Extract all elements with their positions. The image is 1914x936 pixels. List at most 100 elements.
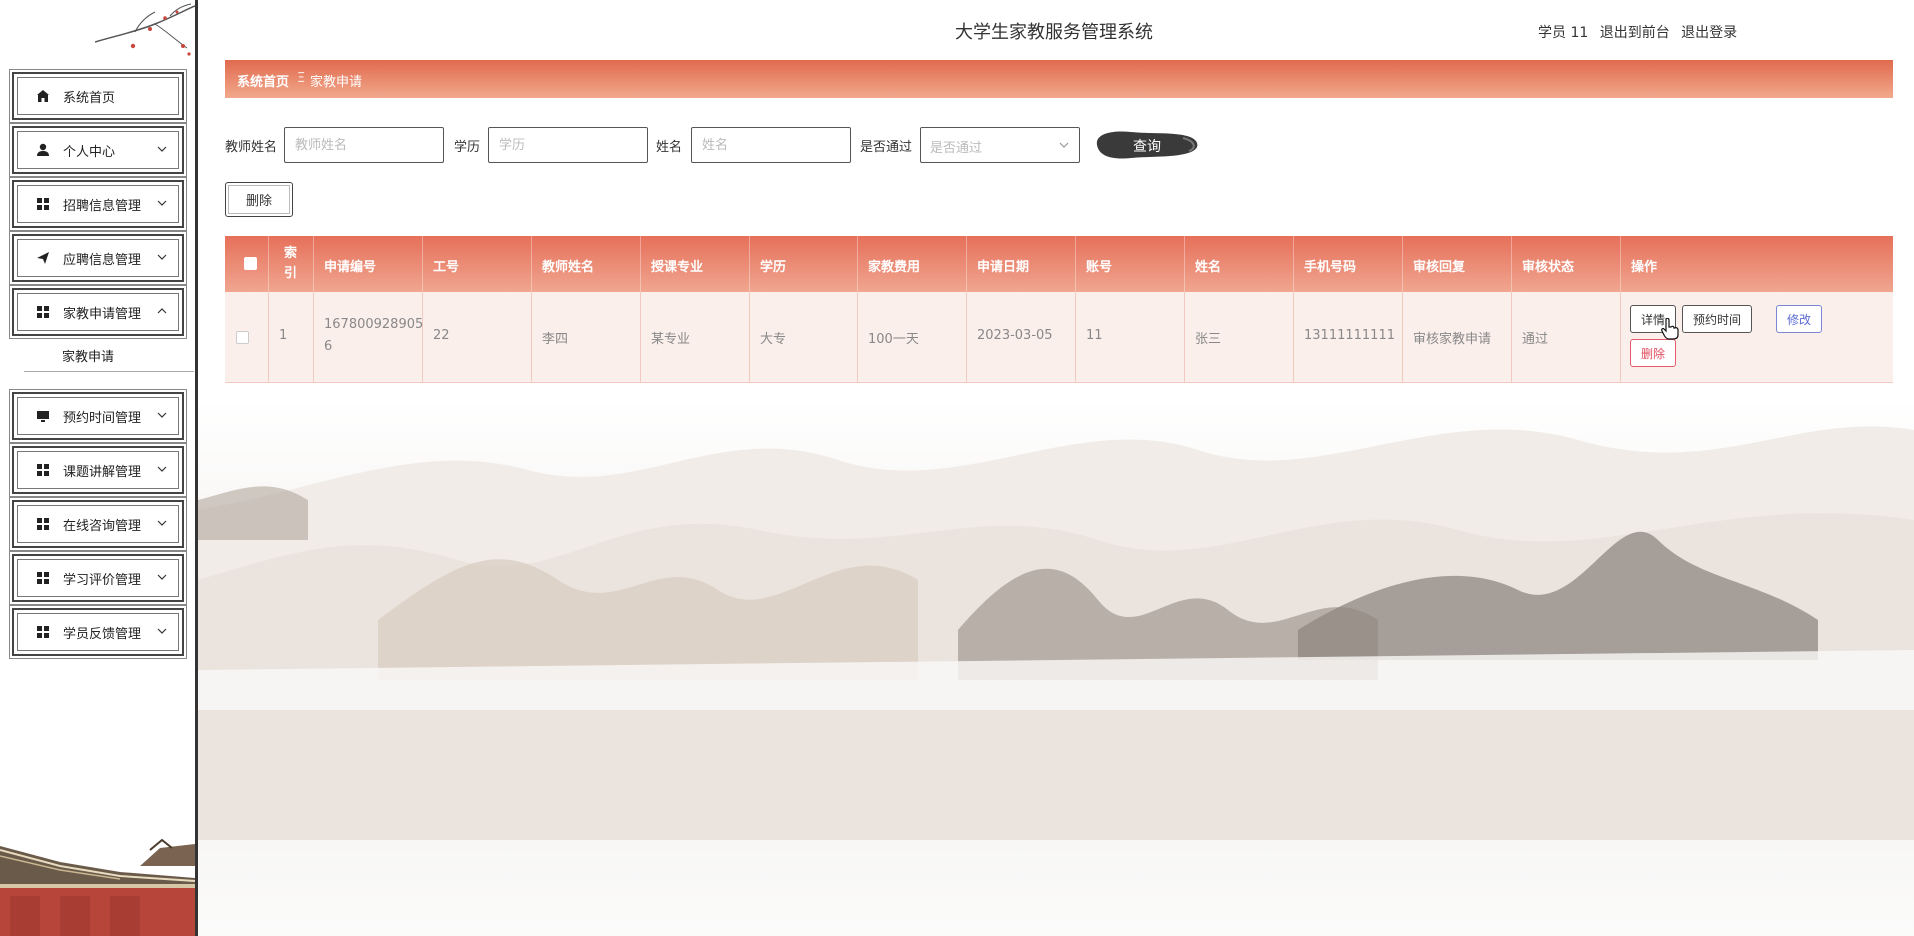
column-header: 教师姓名 bbox=[532, 236, 641, 292]
cell-fee: 100一天 bbox=[858, 292, 967, 383]
hand-cursor-icon bbox=[1661, 318, 1679, 340]
breadcrumb: 系统首页 Ξ 家教申请 bbox=[225, 60, 1893, 98]
pass-label: 是否通过 bbox=[860, 140, 913, 155]
column-header: 申请编号 bbox=[314, 236, 423, 292]
cell-index: 1 bbox=[269, 292, 314, 383]
chevron-down-icon bbox=[157, 254, 167, 260]
chevron-down-icon bbox=[157, 200, 167, 206]
chevron-down-icon bbox=[157, 466, 167, 472]
sidebar-item-label: 学习评价管理 bbox=[63, 573, 142, 588]
pass-select-placeholder: 是否通过 bbox=[930, 141, 983, 156]
user-menu: 学员 11 退出到前台 退出登录 bbox=[1538, 22, 1744, 42]
name-input[interactable] bbox=[691, 127, 851, 163]
pass-select[interactable]: 是否通过 bbox=[920, 127, 1080, 163]
sidebar-item-label: 个人中心 bbox=[63, 145, 116, 160]
cell-account: 11 bbox=[1076, 292, 1185, 383]
sidebar-item-topic-explanation[interactable]: 课题讲解管理 bbox=[12, 446, 184, 494]
sidebar-item-application-info[interactable]: 应聘信息管理 bbox=[12, 234, 184, 282]
sidebar-item-label: 预约时间管理 bbox=[63, 411, 142, 426]
sidebar-item-label: 招聘信息管理 bbox=[63, 199, 142, 214]
cell-date: 2023-03-05 bbox=[967, 292, 1076, 383]
sidebar-item-label: 在线咨询管理 bbox=[63, 519, 142, 534]
edit-button[interactable]: 修改 bbox=[1776, 305, 1823, 333]
divider bbox=[24, 371, 194, 372]
cell-education: 大专 bbox=[750, 292, 858, 383]
chevron-down-icon bbox=[157, 146, 167, 152]
cell-apply-no: 167800928905 6 bbox=[314, 292, 423, 383]
sidebar-item-student-feedback[interactable]: 学员反馈管理 bbox=[12, 608, 184, 656]
row-checkbox[interactable] bbox=[236, 331, 249, 344]
delete-button[interactable]: 删除 bbox=[1630, 339, 1677, 367]
breadcrumb-home[interactable]: 系统首页 bbox=[237, 71, 289, 90]
palace-roof-decoration bbox=[0, 838, 195, 936]
cell-teacher: 李四 bbox=[532, 292, 641, 383]
monitor-icon bbox=[37, 411, 49, 422]
sidebar-item-personal-center[interactable]: 个人中心 bbox=[12, 126, 184, 174]
cell-reply: 审核家教申请 bbox=[1403, 292, 1512, 383]
chevron-down-icon bbox=[1059, 142, 1069, 148]
grid-icon bbox=[37, 518, 49, 530]
cell-phone: 13111111111 bbox=[1294, 292, 1403, 383]
teacher-name-input[interactable] bbox=[284, 127, 444, 163]
grid-icon bbox=[37, 198, 49, 210]
chevron-up-icon bbox=[157, 308, 167, 314]
sidebar-item-label: 应聘信息管理 bbox=[63, 253, 142, 268]
column-header: 手机号码 bbox=[1294, 236, 1403, 292]
plum-branch-decoration bbox=[95, 3, 195, 56]
sidebar-item-label: 课题讲解管理 bbox=[63, 465, 142, 480]
sidebar-item-online-consult[interactable]: 在线咨询管理 bbox=[12, 500, 184, 548]
grid-icon bbox=[37, 626, 49, 638]
sidebar-item-label: 家教申请管理 bbox=[63, 307, 142, 322]
sidebar-item-recruit-info[interactable]: 招聘信息管理 bbox=[12, 180, 184, 228]
home-icon bbox=[37, 90, 49, 102]
grid-icon bbox=[37, 306, 49, 318]
sidebar-subitem-tutor-application[interactable]: 家教申请 bbox=[62, 346, 114, 365]
grid-icon bbox=[37, 464, 49, 476]
table-header: 索引 申请编号 工号 教师姓名 授课专业 学历 家教费用 申请日期 账号 姓名 … bbox=[225, 236, 1893, 292]
teacher-name-label: 教师姓名 bbox=[225, 140, 278, 155]
sidebar-item-study-evaluation[interactable]: 学习评价管理 bbox=[12, 554, 184, 602]
sidebar-item-label: 学员反馈管理 bbox=[63, 627, 142, 642]
person-icon bbox=[37, 143, 49, 156]
chevron-down-icon bbox=[157, 520, 167, 526]
schedule-button[interactable]: 预约时间 bbox=[1682, 305, 1753, 333]
query-button-label: 查询 bbox=[1133, 139, 1161, 155]
breadcrumb-current: 家教申请 bbox=[310, 75, 363, 90]
sidebar: 系统首页 个人中心 招聘信息管理 应聘信息管理 家教申请管理 家教申请 预约时间… bbox=[0, 0, 198, 936]
select-all-checkbox[interactable] bbox=[244, 257, 257, 270]
column-header: 审核回复 bbox=[1403, 236, 1512, 292]
column-header: 姓名 bbox=[1185, 236, 1294, 292]
education-input[interactable] bbox=[488, 127, 648, 163]
bulk-delete-button[interactable]: 删除 bbox=[225, 182, 293, 217]
main-content: 大学生家教服务管理系统 学员 11 退出到前台 退出登录 系统首页 Ξ 家教申请… bbox=[198, 0, 1914, 936]
row-select-cell[interactable] bbox=[225, 292, 269, 383]
chevron-down-icon bbox=[157, 574, 167, 580]
cell-job-no: 22 bbox=[423, 292, 532, 383]
column-header: 家教费用 bbox=[858, 236, 967, 292]
applications-table: 索引 申请编号 工号 教师姓名 授课专业 学历 家教费用 申请日期 账号 姓名 … bbox=[225, 236, 1893, 383]
column-header: 审核状态 bbox=[1512, 236, 1621, 292]
cell-major: 某专业 bbox=[641, 292, 750, 383]
sidebar-item-tutor-application[interactable]: 家教申请管理 bbox=[12, 288, 184, 336]
column-header: 账号 bbox=[1076, 236, 1185, 292]
send-icon bbox=[37, 252, 49, 264]
name-label: 姓名 bbox=[656, 140, 683, 155]
sidebar-item-label: 系统首页 bbox=[63, 91, 116, 106]
current-user: 学员 11 bbox=[1538, 25, 1589, 41]
table-row: 1 167800928905 6 22 李四 某专业 大专 100一天 2023… bbox=[225, 292, 1893, 383]
column-header: 工号 bbox=[423, 236, 532, 292]
cell-status: 通过 bbox=[1512, 292, 1621, 383]
education-label: 学历 bbox=[454, 140, 481, 155]
query-button[interactable]: 查询 bbox=[1091, 126, 1201, 164]
sidebar-item-home[interactable]: 系统首页 bbox=[12, 72, 184, 120]
select-all-cell[interactable] bbox=[225, 236, 269, 292]
column-header: 学历 bbox=[750, 236, 858, 292]
column-header: 索引 bbox=[269, 236, 314, 292]
column-header: 授课专业 bbox=[641, 236, 750, 292]
sidebar-item-appointment-time[interactable]: 预约时间管理 bbox=[12, 392, 184, 440]
cell-name: 张三 bbox=[1185, 292, 1294, 383]
page-title: 大学生家教服务管理系统 bbox=[955, 22, 1153, 43]
column-header: 申请日期 bbox=[967, 236, 1076, 292]
logout-link[interactable]: 退出登录 bbox=[1681, 25, 1737, 41]
exit-to-front-link[interactable]: 退出到前台 bbox=[1600, 25, 1670, 41]
